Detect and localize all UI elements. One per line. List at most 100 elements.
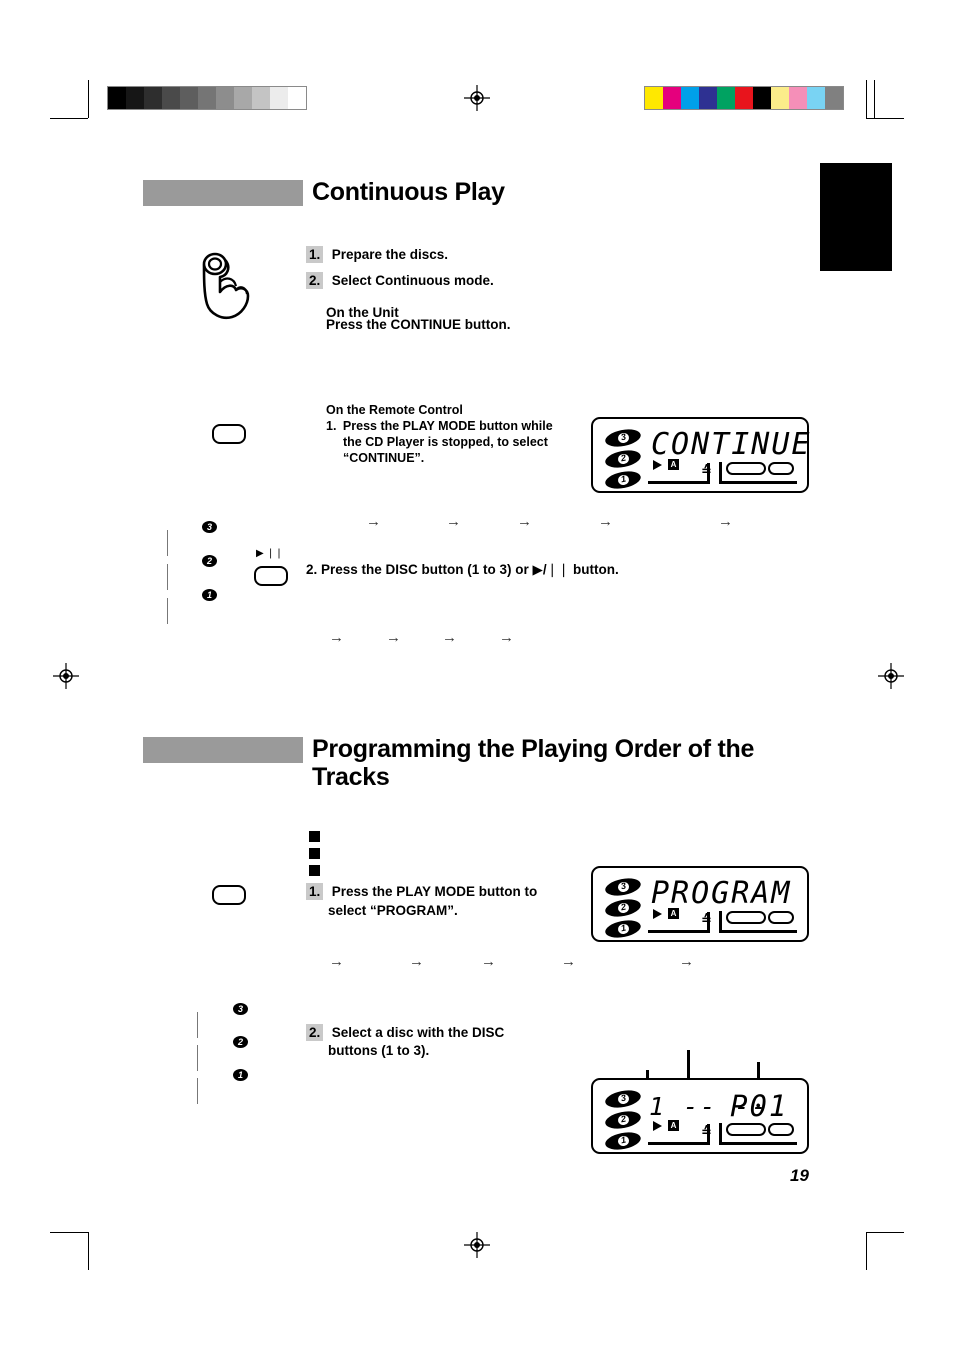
lcd-left-divider-p01 bbox=[707, 1124, 710, 1145]
step-2-text: Select Continuous mode. bbox=[331, 273, 494, 288]
lcd-disc-indicators-continue: 3 2 1 bbox=[603, 426, 645, 492]
bullet-square-1 bbox=[309, 831, 320, 842]
lcd-disc-indicators-p01: 3 2 1 bbox=[603, 1087, 645, 1153]
lcd-pill-left-p01 bbox=[726, 1123, 766, 1136]
remote-step-2-text: 2. Press the DISC button (1 to 3) or ▶/❘… bbox=[306, 562, 619, 577]
flow-arrow-2-4: → bbox=[499, 629, 514, 646]
section-bar-programming bbox=[143, 737, 303, 763]
flow-arrow-2-1: → bbox=[329, 629, 344, 646]
disc-button-1[interactable]: 1 bbox=[180, 589, 218, 620]
lcd-pill-left-continue bbox=[726, 462, 766, 475]
play-mode-button-cap[interactable] bbox=[212, 424, 246, 444]
disc-button-3-label: 3 bbox=[202, 521, 217, 533]
section-title-programming-line2: Tracks bbox=[312, 763, 390, 791]
disc-indicator-3-label-program: 3 bbox=[619, 880, 627, 892]
lcd-play-symbol-p01 bbox=[653, 1121, 662, 1131]
disc-indicator-1-label-program: 1 bbox=[619, 922, 627, 934]
flow-arrow-1-2: → bbox=[446, 513, 461, 530]
lcd-mode-symbol-p01: A bbox=[668, 1120, 679, 1131]
on-the-unit-instruction: Press the CONTINUE button. bbox=[326, 317, 511, 332]
program-step-1: 1. Press the PLAY MODE button to bbox=[306, 882, 537, 901]
color-patch-5 bbox=[735, 87, 753, 109]
flow-arrow-3-4: → bbox=[561, 953, 576, 970]
lcd-disc-indicators-program: 3 2 1 bbox=[603, 875, 645, 941]
grayscale-patch-1 bbox=[126, 87, 144, 109]
program-step-1-number: 1. bbox=[306, 883, 324, 900]
color-patch-9 bbox=[807, 87, 825, 109]
rail-tick-1 bbox=[167, 598, 168, 624]
crop-mark-bottom-right-vertical bbox=[866, 1232, 867, 1270]
flow-arrow-2-2: → bbox=[386, 629, 401, 646]
color-patch-0 bbox=[645, 87, 663, 109]
step-2-number: 2. bbox=[306, 272, 324, 289]
disc-button-2-section2[interactable]: 2 bbox=[211, 1036, 249, 1067]
flow-arrow-3-3: → bbox=[481, 953, 496, 970]
rail-tick-1-section2 bbox=[197, 1078, 198, 1104]
remote-step-1-line1: Press the PLAY MODE button while bbox=[342, 419, 553, 433]
step-2-select-continuous-mode: 2. Select Continuous mode. bbox=[306, 271, 494, 290]
section-title-continuous-play: Continuous Play bbox=[312, 178, 505, 206]
lcd-right-divider-p01 bbox=[719, 1123, 722, 1145]
disc-indicator-3-label-p01: 3 bbox=[619, 1092, 627, 1104]
crop-mark-top-left-vertical bbox=[88, 80, 89, 118]
remote-step-1-line2: the CD Player is stopped, to select bbox=[343, 435, 548, 449]
play-pause-button[interactable] bbox=[254, 566, 288, 586]
disc-indicator-1-label: 1 bbox=[619, 473, 627, 485]
language-thumb-tab bbox=[820, 163, 892, 271]
lcd-left-underline-p01 bbox=[648, 1142, 710, 1145]
play-mode-button-cap-2[interactable] bbox=[212, 885, 246, 905]
flow-arrow-1-4: → bbox=[598, 513, 613, 530]
registration-mark-top-center bbox=[464, 85, 490, 111]
lcd-mode-symbol-program: A bbox=[668, 908, 679, 919]
color-patch-4 bbox=[717, 87, 735, 109]
lcd-right-underline-continue bbox=[719, 481, 797, 484]
color-patch-3 bbox=[699, 87, 717, 109]
crop-mark-bottom-right bbox=[866, 1232, 904, 1233]
crop-mark-top-right-vertical bbox=[866, 80, 867, 118]
flow-arrow-3-2: → bbox=[409, 953, 424, 970]
remote-step-1-number: 1. bbox=[326, 419, 337, 433]
play-pause-button-cap[interactable] bbox=[254, 566, 288, 586]
disc-button-1-label-section2: 1 bbox=[233, 1069, 248, 1081]
color-patch-2 bbox=[681, 87, 699, 109]
remote-step-1: 1. Press the PLAY MODE button while bbox=[326, 418, 586, 435]
step-1-text: Prepare the discs. bbox=[331, 247, 449, 262]
lcd-pill-left-program bbox=[726, 911, 766, 924]
flow-arrow-1-1: → bbox=[366, 513, 381, 530]
disc-indicator-2-icon-program: 2 bbox=[603, 896, 643, 920]
color-strip-edge-mark bbox=[874, 80, 875, 118]
disc-indicator-1-icon-program: 1 bbox=[603, 917, 643, 941]
remote-step-1-line3: “CONTINUE”. bbox=[343, 451, 425, 465]
lcd-mode-symbol-continue: A bbox=[668, 459, 679, 470]
rail-tick-3 bbox=[167, 530, 168, 556]
disc-indicator-3-icon-program: 3 bbox=[603, 875, 643, 899]
rail-tick-2-section2 bbox=[197, 1045, 198, 1071]
remote-play-mode-button[interactable] bbox=[212, 424, 246, 444]
disc-button-3[interactable]: 3 bbox=[180, 521, 218, 552]
lcd-display-continue: 3 2 1 CONTINUE A ≙ bbox=[591, 417, 810, 493]
disc-button-1-label: 1 bbox=[202, 589, 217, 601]
flow-arrow-1-5: → bbox=[718, 513, 733, 530]
disc-button-1-section2[interactable]: 1 bbox=[211, 1069, 249, 1100]
disc-button-2-label-section2: 2 bbox=[233, 1036, 248, 1048]
bullet-square-2 bbox=[309, 848, 320, 859]
disc-indicator-1-icon-p01: 1 bbox=[603, 1129, 643, 1153]
disc-indicator-2-label-p01: 2 bbox=[619, 1113, 627, 1125]
program-step-2-line2: buttons (1 to 3). bbox=[328, 1043, 430, 1058]
disc-button-2[interactable]: 2 bbox=[180, 555, 218, 586]
lcd-display-program: 3 2 1 PROGRAM A ≙ bbox=[591, 866, 809, 942]
remote-play-mode-button-2[interactable] bbox=[212, 885, 246, 905]
disc-indicator-2-icon-p01: 2 bbox=[603, 1108, 643, 1132]
disc-button-3-section2[interactable]: 3 bbox=[211, 1003, 249, 1034]
grayscale-calibration-strip bbox=[107, 86, 307, 110]
play-pause-symbol-label: ▶ ❘❘ bbox=[256, 548, 284, 559]
lcd-main-text-program: PROGRAM bbox=[651, 876, 792, 911]
section-title-programming-line1: Programming the Playing Order of the bbox=[312, 735, 755, 763]
flow-arrow-3-5: → bbox=[679, 953, 694, 970]
color-patch-6 bbox=[753, 87, 771, 109]
crop-mark-bottom-left bbox=[50, 1232, 88, 1233]
disc-indicator-1-icon: 1 bbox=[603, 468, 643, 492]
lcd-right-divider-program bbox=[719, 911, 722, 933]
disc-indicator-3-icon-p01: 3 bbox=[603, 1087, 643, 1111]
crop-mark-bottom-left-vertical bbox=[88, 1232, 89, 1270]
